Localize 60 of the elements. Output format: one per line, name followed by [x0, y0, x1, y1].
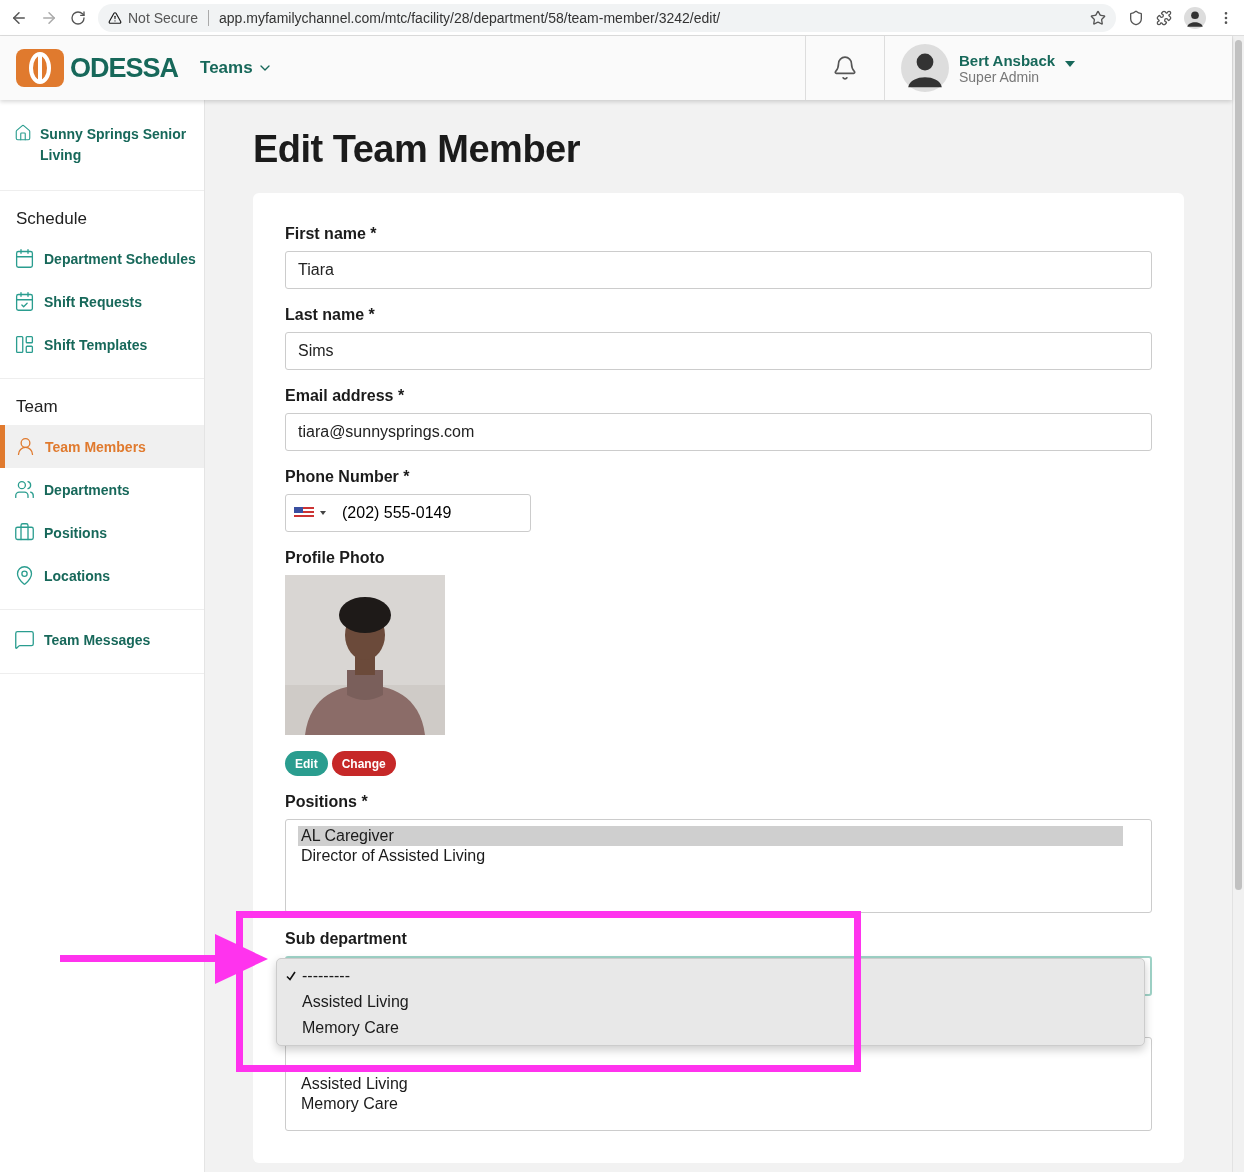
list-box[interactable]: AL Caregiver Director of Assisted Living — [285, 819, 1152, 913]
facility-link[interactable]: Sunny Springs Senior Living — [0, 100, 204, 191]
section-title: Schedule — [15, 208, 88, 230]
flag-icon — [294, 507, 314, 519]
page-title: Edit Team Member — [253, 128, 582, 171]
list-option[interactable]: Director of Assisted Living — [298, 846, 1123, 866]
notification-icon[interactable] — [832, 55, 858, 81]
field-label: Positions * — [285, 793, 369, 811]
dropdown-option[interactable]: Assisted Living — [277, 989, 1144, 1015]
list-option[interactable]: AL Caregiver — [298, 826, 1123, 846]
briefcase-icon — [14, 522, 35, 543]
calendar-icon — [14, 248, 35, 269]
puzzle-icon[interactable] — [1156, 9, 1172, 26]
star-icon[interactable] — [1090, 9, 1106, 26]
avatar-icon — [1184, 6, 1206, 29]
url-text: app.myfamilychannel.com/mtc/facility/28/department/58/team-member/3242/edit/ — [219, 9, 722, 26]
phone-field[interactable]: (202) 555-0149 — [285, 494, 531, 532]
teams-menu[interactable]: Teams — [194, 57, 279, 79]
field-label: First name * — [285, 225, 378, 243]
sidebar-item[interactable]: Departments — [0, 468, 204, 511]
map-pin-icon — [14, 565, 35, 586]
list-option[interactable]: Memory Care — [298, 1094, 1123, 1114]
field-label: Email address * — [285, 387, 406, 405]
list-box[interactable]: Assisted Living Memory Care — [285, 1037, 1152, 1131]
list-option[interactable]: Assisted Living — [298, 1074, 1123, 1094]
scrollbar[interactable] — [1232, 36, 1244, 1172]
calendar-check-icon — [14, 291, 35, 312]
field-label: Phone Number * — [285, 468, 411, 486]
sidebar-item[interactable]: Shift Requests — [0, 280, 204, 323]
text-field[interactable]: Sims — [285, 332, 1152, 370]
field-label: Sub department — [285, 930, 408, 948]
logo-icon — [16, 49, 64, 87]
sidebar-item[interactable]: Team Messages — [0, 618, 204, 661]
home-icon — [14, 124, 32, 142]
layout-icon — [14, 334, 35, 355]
address-bar[interactable]: Not Secure app.myfamilychannel.com/mtc/facility/28/department/58/team-member/3242/edit/ — [98, 3, 1116, 32]
dropdown-option[interactable]: --------- — [277, 963, 1144, 989]
person-icon — [15, 436, 36, 457]
sidebar-item[interactable]: Department Schedules — [0, 237, 204, 280]
text-field[interactable]: tiara@sunnysprings.com — [285, 413, 1152, 451]
field-label: Profile Photo — [285, 549, 386, 567]
chat-icon — [14, 629, 35, 650]
caret-icon[interactable] — [1065, 61, 1076, 67]
user-name[interactable]: Bert Ansback — [959, 51, 1056, 69]
section-title: Team — [15, 396, 59, 418]
change-button[interactable]: Change — [331, 751, 396, 776]
sidebar-item[interactable]: Shift Templates — [0, 323, 204, 366]
sidebar-item[interactable]: Locations — [0, 554, 204, 597]
sidebar-item[interactable]: Positions — [0, 511, 204, 554]
warning-icon — [108, 10, 122, 25]
text-field[interactable]: Tiara — [285, 251, 1152, 289]
people-icon — [14, 479, 35, 500]
field-label: Last name * — [285, 306, 376, 324]
user-role: Super Admin — [959, 68, 1041, 85]
caret-icon — [320, 511, 326, 515]
reload-icon[interactable] — [70, 9, 86, 26]
security-label: Not Secure — [128, 9, 199, 26]
avatar-icon — [901, 44, 949, 92]
logo-text: ODESSA — [70, 52, 179, 84]
shield-icon[interactable] — [1128, 9, 1144, 26]
